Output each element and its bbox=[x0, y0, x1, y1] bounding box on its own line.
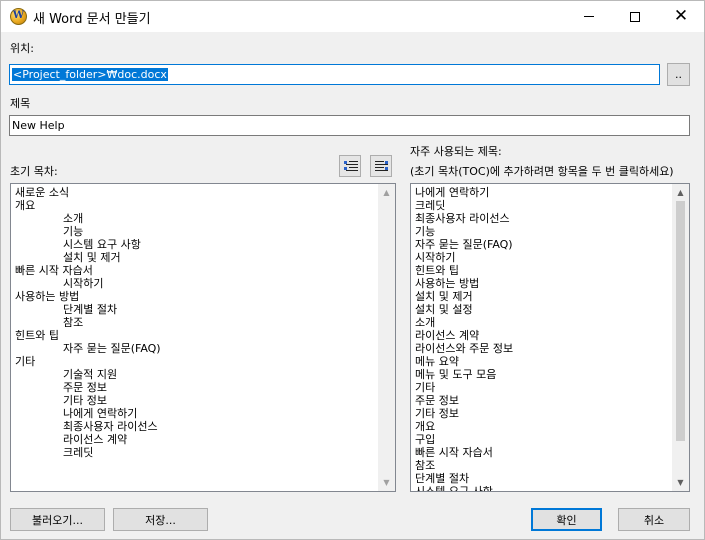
common-item[interactable]: 기능 bbox=[415, 225, 675, 238]
toc-item[interactable]: 개요 bbox=[15, 199, 381, 212]
toc-item[interactable]: 크레딧 bbox=[15, 446, 381, 459]
common-item[interactable]: 자주 묻는 질문(FAQ) bbox=[415, 238, 675, 251]
cancel-button[interactable]: 취소 bbox=[618, 508, 690, 531]
title-input[interactable]: New Help bbox=[9, 115, 690, 136]
common-item[interactable]: 설치 및 제거 bbox=[415, 290, 675, 303]
toc-item[interactable]: 설치 및 제거 bbox=[15, 251, 381, 264]
load-button[interactable]: 불러오기... bbox=[10, 508, 105, 531]
toc-item[interactable]: 기타 bbox=[15, 355, 381, 368]
indent-right-button[interactable] bbox=[370, 155, 392, 177]
common-item[interactable]: 시작하기 bbox=[415, 251, 675, 264]
common-item[interactable]: 소개 bbox=[415, 316, 675, 329]
common-item[interactable]: 구입 bbox=[415, 433, 675, 446]
title-value: New Help bbox=[12, 119, 65, 132]
toc-item[interactable]: 힌트와 팁 bbox=[15, 329, 381, 342]
scroll-up-icon[interactable]: ▲ bbox=[672, 184, 689, 201]
toc-item[interactable]: 새로운 소식 bbox=[15, 186, 381, 199]
common-list[interactable]: 나에게 연락하기 크레딧 최종사용자 라이선스 기능 자주 묻는 질문(FAQ) 시작하기… bbox=[410, 183, 690, 492]
maximize-button[interactable] bbox=[612, 1, 658, 32]
common-item[interactable]: 최종사용자 라이선스 bbox=[415, 212, 675, 225]
toc-scrollbar[interactable]: ▲ ▼ bbox=[378, 184, 395, 491]
toc-item[interactable]: 자주 묻는 질문(FAQ) bbox=[15, 342, 381, 355]
common-item[interactable]: 기타 bbox=[415, 381, 675, 394]
common-item[interactable]: 메뉴 및 도구 모음 bbox=[415, 368, 675, 381]
common-item[interactable]: 라이선스 계약 bbox=[415, 329, 675, 342]
scroll-up-icon[interactable]: ▲ bbox=[378, 184, 395, 201]
toc-item[interactable]: 시스템 요구 사항 bbox=[15, 238, 381, 251]
common-scrollbar[interactable]: ▲ ▼ bbox=[672, 184, 689, 491]
scroll-down-icon[interactable]: ▼ bbox=[378, 474, 395, 491]
toc-item[interactable]: 기타 정보 bbox=[15, 394, 381, 407]
toc-item[interactable]: 나에게 연락하기 bbox=[15, 407, 381, 420]
toc-item[interactable]: 라이선스 계약 bbox=[15, 433, 381, 446]
common-item[interactable]: 참조 bbox=[415, 459, 675, 472]
common-item[interactable]: 기타 정보 bbox=[415, 407, 675, 420]
common-item[interactable]: 설치 및 설정 bbox=[415, 303, 675, 316]
toc-item[interactable]: 사용하는 방법 bbox=[15, 290, 381, 303]
scroll-down-icon[interactable]: ▼ bbox=[672, 474, 689, 491]
toc-item[interactable]: 최종사용자 라이선스 bbox=[15, 420, 381, 433]
toc-list[interactable]: 새로운 소식 개요 소개 기능 시스템 요구 사항 설치 및 제거 빠른 시작 자습서 시작하… bbox=[10, 183, 396, 492]
location-label: 위치: bbox=[10, 42, 34, 55]
minimize-button[interactable] bbox=[566, 1, 612, 32]
common-item[interactable]: 개요 bbox=[415, 420, 675, 433]
common-item[interactable]: 주문 정보 bbox=[415, 394, 675, 407]
scroll-thumb[interactable] bbox=[676, 201, 685, 441]
word-app-icon: W bbox=[10, 8, 27, 25]
common-item[interactable]: 메뉴 요약 bbox=[415, 355, 675, 368]
common-item[interactable]: 단계별 절차 bbox=[415, 472, 675, 485]
common-item[interactable]: 사용하는 방법 bbox=[415, 277, 675, 290]
location-input[interactable]: <Project_folder>₩doc.docx bbox=[9, 64, 660, 85]
close-button[interactable]: ✕ bbox=[658, 1, 704, 32]
toc-item[interactable]: 소개 bbox=[15, 212, 381, 225]
indent-left-button[interactable] bbox=[339, 155, 361, 177]
title-bar: W 새 Word 문서 만들기 ✕ bbox=[1, 1, 704, 32]
window-title: 새 Word 문서 만들기 bbox=[33, 12, 151, 27]
close-icon: ✕ bbox=[673, 6, 689, 26]
toc-item[interactable]: 기술적 지원 bbox=[15, 368, 381, 381]
title-label: 제목 bbox=[10, 97, 31, 110]
toc-item[interactable]: 시작하기 bbox=[15, 277, 381, 290]
common-item[interactable]: 나에게 연락하기 bbox=[415, 186, 675, 199]
toc-label: 초기 목차: bbox=[10, 165, 58, 178]
toc-item[interactable]: 단계별 절차 bbox=[15, 303, 381, 316]
save-button[interactable]: 저장... bbox=[113, 508, 208, 531]
toc-item[interactable]: 주문 정보 bbox=[15, 381, 381, 394]
common-item[interactable]: 시스템 요구 사항 bbox=[415, 485, 675, 491]
toc-item[interactable]: 기능 bbox=[15, 225, 381, 238]
common-item[interactable]: 라이선스와 주문 정보 bbox=[415, 342, 675, 355]
common-item[interactable]: 크레딧 bbox=[415, 199, 675, 212]
common-hint: (초기 목차(TOC)에 추가하려면 항목을 두 번 클릭하세요) bbox=[410, 165, 674, 178]
common-item[interactable]: 힌트와 팁 bbox=[415, 264, 675, 277]
toc-item[interactable]: 참조 bbox=[15, 316, 381, 329]
ok-button[interactable]: 확인 bbox=[531, 508, 602, 531]
maximize-icon bbox=[630, 11, 640, 22]
toc-item[interactable]: 빠른 시작 자습서 bbox=[15, 264, 381, 277]
common-item[interactable]: 빠른 시작 자습서 bbox=[415, 446, 675, 459]
common-label: 자주 사용되는 제목: bbox=[410, 145, 502, 158]
location-value: <Project_folder>₩doc.docx bbox=[12, 68, 168, 81]
dialog-window: W 새 Word 문서 만들기 ✕ 위치: <Project_folder>₩d… bbox=[0, 0, 705, 540]
minimize-icon bbox=[584, 16, 594, 17]
browse-button[interactable]: .. bbox=[667, 63, 690, 86]
